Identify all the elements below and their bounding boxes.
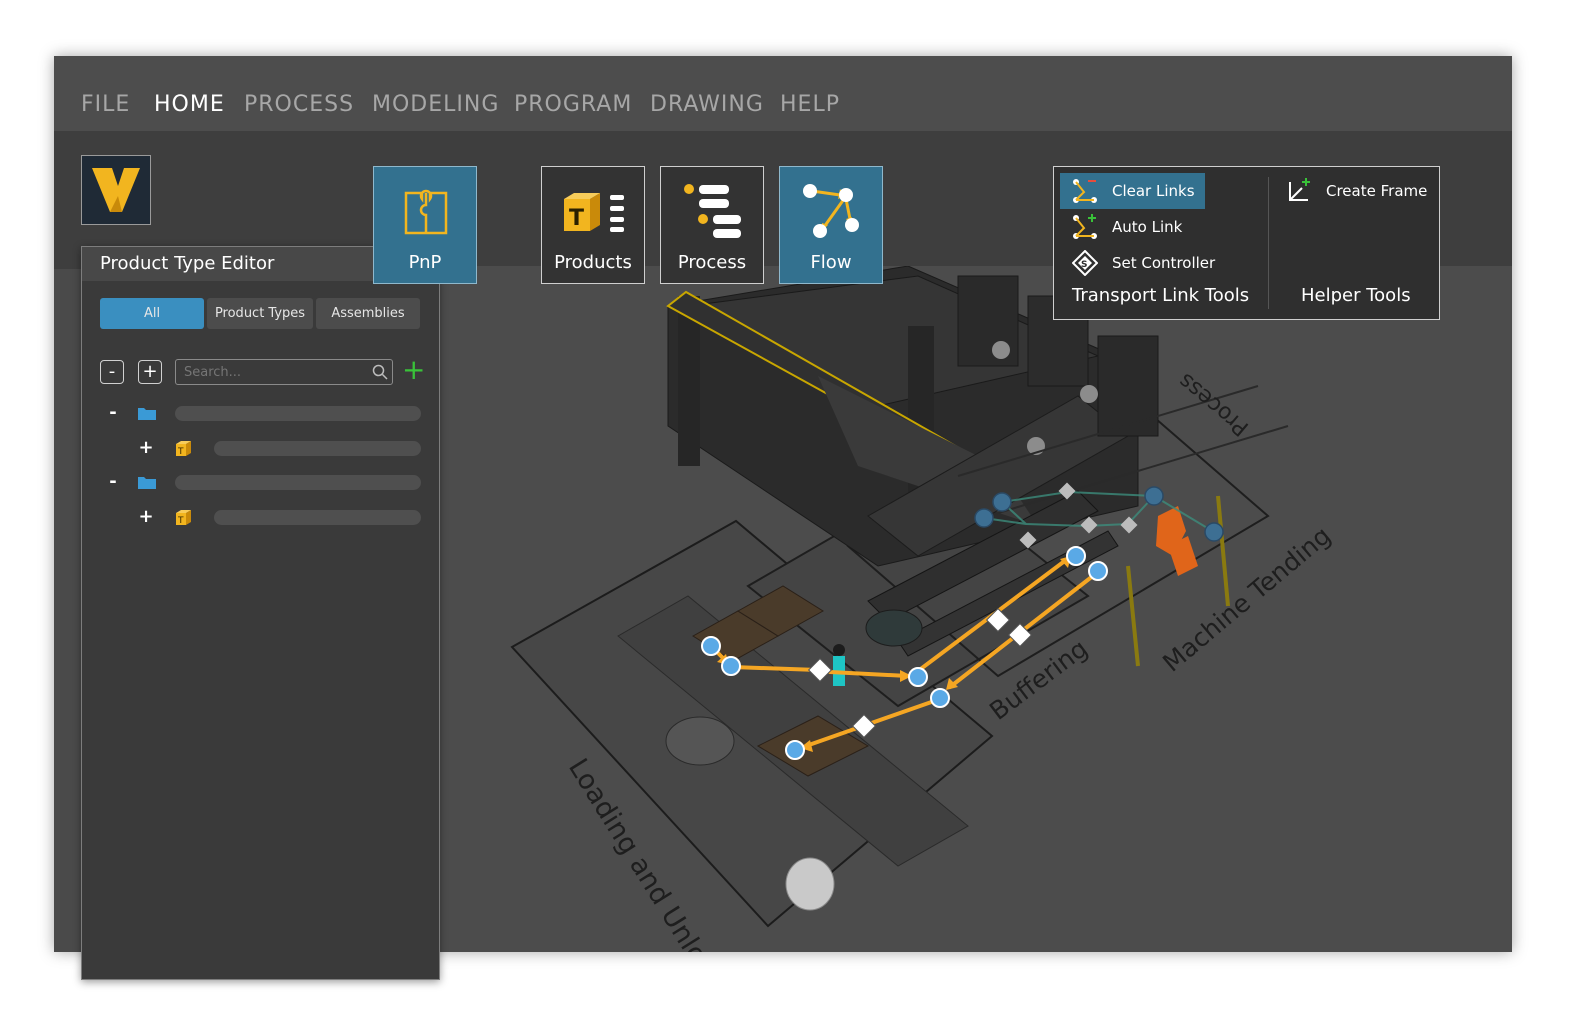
tree-item-placeholder[interactable] (214, 510, 421, 525)
frame-axes-icon (1289, 178, 1310, 201)
search-input[interactable] (175, 359, 393, 385)
filter-all-tab[interactable]: All (100, 298, 204, 329)
filter-assemblies-tab[interactable]: Assemblies (316, 298, 420, 329)
helper-tools-group-label: Helper Tools (1301, 285, 1411, 306)
create-frame-button[interactable]: Create Frame (1286, 174, 1427, 208)
collapse-all-button[interactable]: - (100, 360, 124, 384)
menu-modeling[interactable]: MODELING (372, 92, 499, 117)
svg-text:T: T (177, 516, 184, 526)
link-tools-panel: Clear Links Auto Link S Set Controller C… (1053, 166, 1440, 320)
create-frame-label: Create Frame (1326, 182, 1428, 200)
controller-icon: S (1072, 250, 1098, 276)
folder-icon (137, 474, 157, 494)
transport-link-tools-group-label: Transport Link Tools (1072, 285, 1250, 306)
products-label: Products (554, 252, 632, 273)
tools-divider (1268, 177, 1269, 309)
clear-links-icon (1073, 179, 1097, 203)
flow-label: Flow (810, 252, 852, 273)
tree-item-placeholder[interactable] (175, 406, 421, 421)
process-button[interactable]: Process (660, 166, 764, 284)
tree-collapse-toggle[interactable]: - (105, 402, 121, 423)
clear-links-label: Clear Links (1112, 182, 1195, 200)
filter-product-types-tab[interactable]: Product Types (207, 298, 313, 329)
product-type-editor-panel: Product Type Editor All Product Types As… (81, 246, 440, 980)
menu-drawing[interactable]: DRAWING (650, 92, 764, 117)
menu-home[interactable]: HOME (154, 92, 225, 117)
flow-node (930, 688, 950, 708)
process-label: Process (677, 252, 747, 273)
menu-help[interactable]: HELP (780, 92, 840, 117)
tree-collapse-toggle[interactable]: - (105, 471, 121, 492)
auto-link-label: Auto Link (1112, 218, 1183, 236)
factory-scene: Loading and Unloading Buffering Machine … (510, 265, 1336, 952)
set-controller-label: Set Controller (1112, 254, 1216, 272)
flow-node (701, 636, 721, 656)
pnp-label: PnP (408, 252, 442, 273)
3d-viewport[interactable]: Loading and Unloading Buffering Machine … (438, 265, 1512, 952)
search-icon (372, 364, 388, 384)
folder-icon (137, 405, 157, 425)
auto-link-icon (1073, 214, 1097, 239)
svg-text:T: T (177, 447, 184, 457)
set-controller-button[interactable]: S Set Controller (1072, 246, 1215, 280)
product-box-icon: T (174, 439, 194, 461)
app-logo (81, 155, 151, 225)
flow-node (908, 667, 928, 687)
products-icon: T (562, 189, 628, 239)
zone-label-process: Process (1174, 368, 1254, 441)
add-product-button[interactable]: + (402, 355, 425, 385)
flow-node (785, 740, 805, 760)
flow-node (1088, 561, 1108, 581)
flow-node (1066, 546, 1086, 566)
tree-expand-toggle[interactable]: + (138, 437, 154, 458)
svg-text:S: S (1081, 260, 1087, 270)
menu-program[interactable]: PROGRAM (514, 92, 632, 117)
flow-button[interactable]: Flow (779, 166, 883, 284)
puzzle-icon (402, 189, 450, 241)
pnp-button[interactable]: PnP (373, 166, 477, 284)
menu-bar: FILE HOME PROCESS MODELING PROGRAM DRAWI… (54, 56, 1512, 131)
flow-icon (802, 183, 864, 247)
tree-item-placeholder[interactable] (214, 441, 421, 456)
products-button[interactable]: T Products (541, 166, 645, 284)
tree-expand-toggle[interactable]: + (138, 506, 154, 527)
flow-node (721, 656, 741, 676)
process-icon (683, 183, 743, 245)
menu-process[interactable]: PROCESS (244, 92, 354, 117)
clear-links-button[interactable]: Clear Links (1072, 174, 1195, 208)
tree-item-placeholder[interactable] (175, 475, 421, 490)
expand-all-button[interactable]: + (138, 360, 162, 384)
product-box-icon: T (174, 508, 194, 530)
auto-link-button[interactable]: Auto Link (1072, 210, 1182, 244)
menu-file[interactable]: FILE (81, 92, 130, 117)
panel-title: Product Type Editor (100, 253, 275, 274)
svg-text:T: T (569, 206, 584, 231)
